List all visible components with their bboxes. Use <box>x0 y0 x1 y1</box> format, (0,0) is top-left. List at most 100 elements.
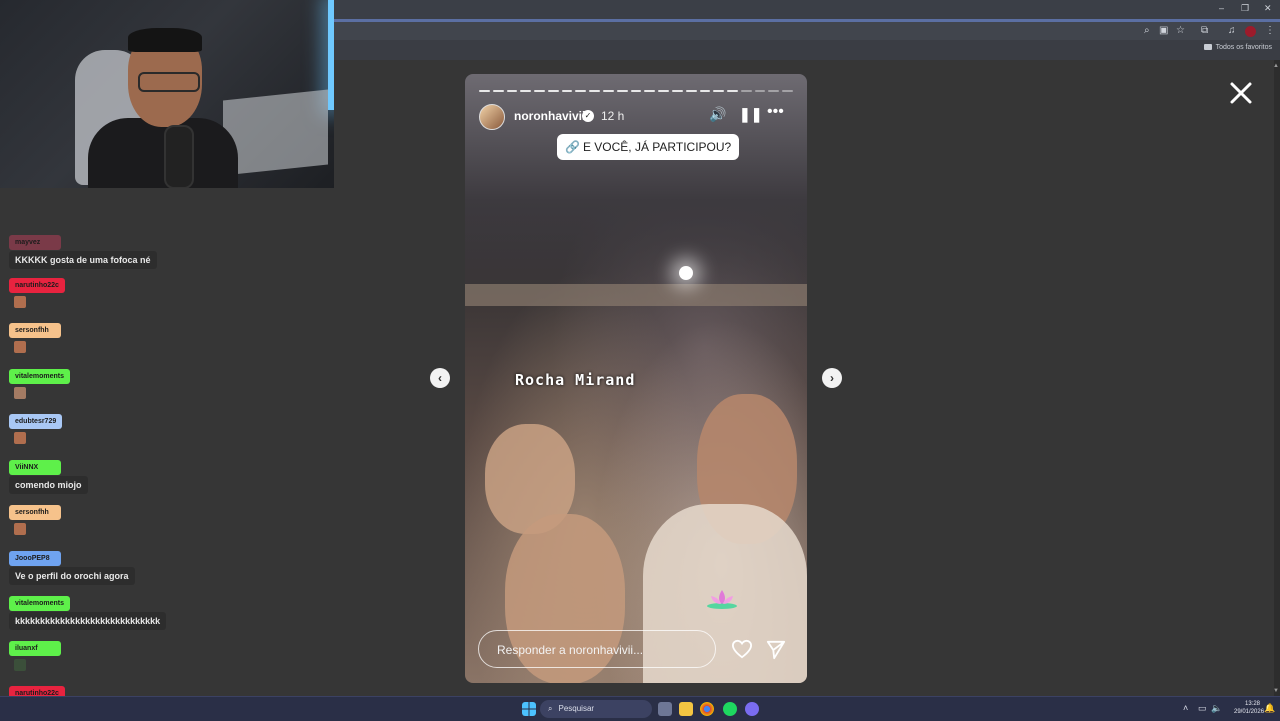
network-icon[interactable]: ▭ <box>1198 703 1207 714</box>
progress-segment <box>575 90 587 92</box>
progress-segment <box>561 90 573 92</box>
page-scrollbar[interactable] <box>1274 60 1280 696</box>
progress-segment <box>782 90 793 92</box>
taskbar-clock[interactable]: 13:28 29/01/2026 <box>1234 700 1264 716</box>
scroll-down-icon[interactable]: ▼ <box>1273 688 1279 694</box>
bookmark-star-icon[interactable]: ☆ <box>1176 25 1185 36</box>
chat-username: ViiNNX <box>9 460 61 475</box>
minimize-icon[interactable]: – <box>1219 3 1224 13</box>
link-sticker-label: E VOCÊ, JÁ PARTICIPOU? <box>582 140 732 154</box>
chat-message: edubtesr729 <box>9 410 63 444</box>
chat-username: sersonfhh <box>9 323 61 338</box>
progress-segment <box>603 90 614 92</box>
chat-message: vitalemoments kkkkkkkkkkkkkkkkkkkkkkkkkk… <box>9 592 167 630</box>
progress-segment <box>671 90 683 92</box>
desk <box>223 89 328 176</box>
chat-message: narutinho22c <box>9 274 65 308</box>
menu-kebab-icon[interactable]: ⋮ <box>1265 25 1275 36</box>
chat-text: comendo miojo <box>9 476 88 494</box>
speaker-icon[interactable]: 🔈 <box>1211 703 1222 714</box>
chat-text: kkkkkkkkkkkkkkkkkkkkkkkkkkkkk <box>9 612 167 630</box>
green-emote-icon <box>14 659 26 671</box>
instagram-story[interactable]: noronhavivii ✓ 12 h 🔊 ❚❚ ••• 🔗 E VOCÊ, JÁ… <box>465 74 807 683</box>
folder-icon <box>1203 44 1212 51</box>
link-icon: 🔗 <box>565 140 580 154</box>
progress-segment <box>658 90 669 92</box>
zoom-icon[interactable]: ⌕ <box>1144 25 1150 36</box>
chrome-icon[interactable] <box>700 702 714 716</box>
reply-input[interactable]: Responder a noronhavivii... <box>478 630 716 668</box>
chat-username: narutinho22c <box>9 278 65 293</box>
progress-segment <box>506 90 518 92</box>
pause-icon[interactable]: ❚❚ <box>739 106 762 123</box>
face-emote-icon <box>14 523 26 535</box>
chat-message: sersonfhh <box>9 319 61 353</box>
face-emote-icon <box>14 341 26 353</box>
verified-badge-icon: ✓ <box>582 110 594 122</box>
previous-story-button[interactable]: ‹ <box>430 368 450 388</box>
chat-message: JoooPEP8 Ve o perfil do orochi agora <box>9 547 135 585</box>
task-view-icon[interactable] <box>658 702 672 716</box>
progress-segment <box>754 90 766 92</box>
microphone <box>164 125 194 188</box>
volume-icon[interactable]: 🔊 <box>709 106 726 123</box>
chat-message: ViiNNX comendo miojo <box>9 456 88 494</box>
notifications-icon[interactable]: 🔔 <box>1264 703 1275 714</box>
more-options-icon[interactable]: ••• <box>767 103 784 121</box>
progress-segment <box>630 90 642 92</box>
media-icon[interactable]: ♫ <box>1228 25 1236 36</box>
next-story-button[interactable]: › <box>822 368 842 388</box>
windows-start-icon[interactable] <box>522 702 536 716</box>
chat-username: edubtesr729 <box>9 414 63 429</box>
chat-message: sersonfhh <box>9 501 61 535</box>
progress-segment <box>534 90 545 92</box>
file-explorer-icon[interactable] <box>679 702 693 716</box>
chat-text: KKKKK gosta de uma fofoca né <box>9 251 157 269</box>
windows-taskbar: ⌕ Pesquisar ˄ ▭ 🔈 13:28 29/01/2026 🔔 <box>0 696 1280 721</box>
progress-segment <box>644 90 656 92</box>
chat-username: iluanxf <box>9 641 61 656</box>
discord-icon[interactable] <box>745 702 759 716</box>
story-user-avatar[interactable] <box>479 104 505 130</box>
chat-username: vitalemoments <box>9 596 71 611</box>
clock-time: 13:28 <box>1244 701 1260 707</box>
lotus-sticker-icon <box>707 590 737 609</box>
all-bookmarks-label: Todos os favoritos <box>1215 44 1272 51</box>
person-emote-icon <box>14 387 26 399</box>
progress-segment <box>589 90 601 92</box>
link-sticker[interactable]: 🔗 E VOCÊ, JÁ PARTICIPOU? <box>557 134 740 160</box>
tray-overflow-icon[interactable]: ˄ <box>1183 703 1188 713</box>
taskbar-search[interactable]: ⌕ Pesquisar <box>540 700 652 718</box>
taskbar-search-label: Pesquisar <box>558 704 595 713</box>
like-heart-icon[interactable] <box>731 639 753 659</box>
led-light <box>328 0 334 110</box>
chat-username: mayvez <box>9 235 61 250</box>
progress-segment <box>768 90 780 92</box>
close-window-icon[interactable]: ✕ <box>1264 3 1272 14</box>
story-building <box>465 284 807 306</box>
progress-segment <box>479 90 490 92</box>
story-timestamp: 12 h <box>601 109 625 123</box>
face-emote-icon <box>14 296 26 308</box>
progress-segment <box>492 90 504 92</box>
progress-segment <box>547 90 559 92</box>
story-username[interactable]: noronhavivii <box>514 109 585 123</box>
story-street-lamp <box>679 266 693 280</box>
restore-icon[interactable]: ❐ <box>1241 3 1249 14</box>
progress-segment <box>699 90 711 92</box>
glasses <box>138 72 200 92</box>
chat-username: vitalemoments <box>9 369 71 384</box>
chat-username: JoooPEP8 <box>9 551 61 566</box>
send-icon[interactable] <box>766 640 786 660</box>
chat-message: mayvez KKKKK gosta de uma fofoca né <box>9 231 157 269</box>
location-text: Rocha Mirand <box>515 371 636 389</box>
extensions-icon[interactable]: ⧉ <box>1201 25 1208 36</box>
spotify-icon[interactable] <box>723 702 737 716</box>
cast-icon[interactable]: ▣ <box>1159 25 1168 36</box>
profile-avatar[interactable] <box>1245 26 1256 37</box>
face-emote-icon <box>14 432 26 444</box>
all-bookmarks-folder[interactable]: Todos os favoritos <box>1203 44 1272 51</box>
scroll-up-icon[interactable]: ▲ <box>1273 63 1279 69</box>
close-story-icon[interactable] <box>1228 80 1254 106</box>
chat-overlay: mayvez KKKKK gosta de uma fofoca né naru… <box>0 190 330 720</box>
